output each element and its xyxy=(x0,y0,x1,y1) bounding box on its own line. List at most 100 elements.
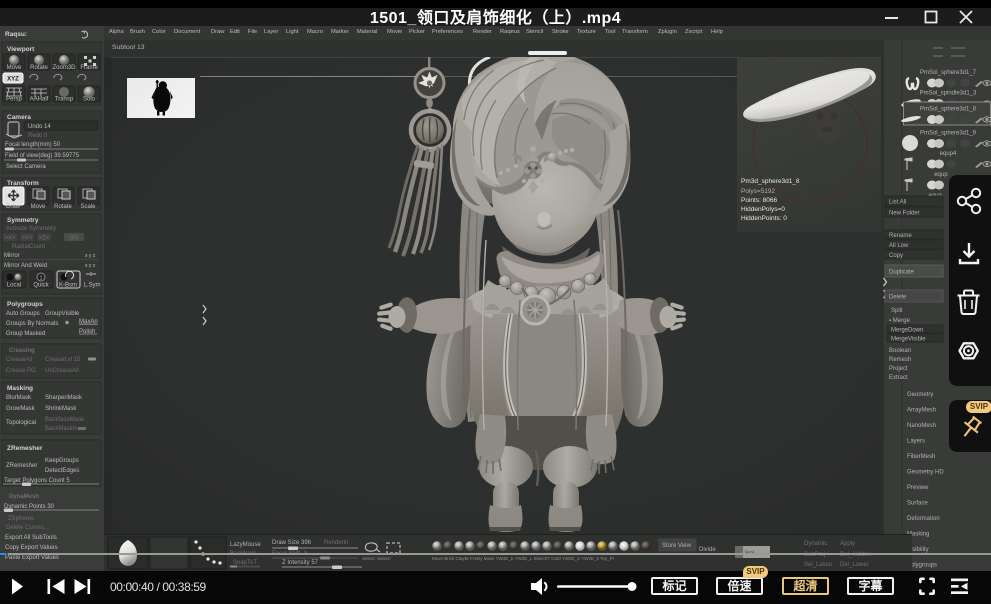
svg-text:Transp: Transp xyxy=(55,97,74,103)
svg-text:Groups By Normals: Groups By Normals xyxy=(6,321,58,327)
svg-text:Transform: Transform xyxy=(7,180,39,187)
svg-text:1: 1 xyxy=(40,276,43,282)
svg-text:Undo 14: Undo 14 xyxy=(28,124,51,130)
svg-text:GrowMask: GrowMask xyxy=(6,406,36,412)
svg-text:Viewport: Viewport xyxy=(7,46,35,53)
svg-text:K-Bsm: K-Bsm xyxy=(59,283,77,289)
svg-text:Deformation: Deformation xyxy=(907,516,940,522)
svg-text:List All: List All xyxy=(889,200,906,206)
svg-text:Geometry HD: Geometry HD xyxy=(907,470,944,476)
svg-text:Renderin: Renderin xyxy=(324,540,348,546)
svg-text:ZRemesher: ZRemesher xyxy=(7,445,43,452)
svg-text:Local: Local xyxy=(7,283,21,289)
svg-text:Duplicate: Duplicate xyxy=(889,270,915,276)
svg-text:Target Polygons Count 5: Target Polygons Count 5 xyxy=(4,478,70,484)
svg-text:Topological: Topological xyxy=(6,420,36,426)
svg-text:KeepGroups: KeepGroups xyxy=(45,458,79,464)
svg-text:Copy Export Values: Copy Export Values xyxy=(5,545,58,551)
svg-text:ArrayMesh: ArrayMesh xyxy=(907,408,936,414)
svg-text:SnapToT: SnapToT xyxy=(233,560,257,566)
svg-text:BackMaskIn: BackMaskIn xyxy=(45,426,78,432)
svg-text:Auto Groups: Auto Groups xyxy=(6,311,40,317)
svg-text:Dynamic: Dynamic xyxy=(804,541,827,547)
svg-text:Split: Split xyxy=(891,308,903,314)
svg-text:Quick: Quick xyxy=(33,283,49,289)
svg-text:Draw: Draw xyxy=(6,204,21,210)
svg-text:MergeDown: MergeDown xyxy=(891,328,923,334)
svg-text:HiddenPolys=0: HiddenPolys=0 xyxy=(741,206,785,213)
svg-text:Del_Lower: Del_Lower xyxy=(840,562,869,568)
svg-text:Store View: Store View xyxy=(662,543,692,549)
svg-text:SharpenMask: SharpenMask xyxy=(45,395,83,401)
svg-text:x y z: x y z xyxy=(85,263,96,269)
svg-text:Select Camera: Select Camera xyxy=(6,164,46,170)
svg-text:ZSpheres: ZSpheres xyxy=(8,516,34,522)
svg-text:Copy: Copy xyxy=(889,253,903,259)
svg-text:>Z<: >Z< xyxy=(39,236,50,242)
svg-text:Redo 0: Redo 0 xyxy=(28,133,48,139)
svg-text:Points: 8066: Points: 8066 xyxy=(741,197,778,204)
svg-text:AAHalf: AAHalf xyxy=(30,97,49,103)
svg-text:Crease PG: Crease PG xyxy=(6,368,36,374)
svg-text:>X<: >X< xyxy=(4,236,16,242)
svg-text:Apply: Apply xyxy=(840,541,855,547)
svg-text:x y z: x y z xyxy=(85,253,96,259)
svg-text:DetectEdges: DetectEdges xyxy=(45,468,79,474)
svg-text:Camera: Camera xyxy=(7,114,31,121)
svg-text:PmSol_sphere3d1_7: PmSol_sphere3d1_7 xyxy=(920,70,977,76)
svg-text:ZRemesher: ZRemesher xyxy=(6,463,37,469)
svg-text:New Folder: New Folder xyxy=(889,211,920,217)
svg-text:PmSol_sphere3d1_9: PmSol_sphere3d1_9 xyxy=(920,131,977,137)
svg-text:Preview: Preview xyxy=(907,485,929,491)
svg-text:Activate Symmetry: Activate Symmetry xyxy=(6,226,56,232)
svg-text:RadialCount: RadialCount xyxy=(12,244,45,250)
svg-text:ShrinkMask: ShrinkMask xyxy=(45,406,77,412)
svg-text:Move Brick ClayBr FreDy Ma: Move Brick ClayBr FreDy Mask YW3E_b YW3E… xyxy=(432,556,614,561)
svg-text:Focal length(mm) 50: Focal length(mm) 50 xyxy=(5,142,61,148)
svg-text:Creasing: Creasing xyxy=(9,348,35,354)
svg-text:Field of view(deg) 39.59775: Field of view(deg) 39.59775 xyxy=(5,153,80,159)
svg-text:Mirror: Mirror xyxy=(4,253,20,259)
svg-text:Pm3d_sphere3d1_8: Pm3d_sphere3d1_8 xyxy=(741,178,800,185)
svg-text:Paste Export Values: Paste Export Values xyxy=(5,555,59,561)
svg-text:LazyMouse: LazyMouse xyxy=(230,542,261,548)
svg-text:(R): (R) xyxy=(70,236,78,242)
svg-text:Export All SubTools: Export All SubTools xyxy=(5,535,57,541)
svg-text:Masking: Masking xyxy=(7,385,33,392)
svg-text:Sel_Lasso: Sel_Lasso xyxy=(804,562,833,568)
svg-text:XYZ: XYZ xyxy=(7,77,19,83)
svg-text:Extract: Extract xyxy=(889,375,908,381)
svg-text:Delete: Delete xyxy=(889,295,907,301)
svg-text:Boolean: Boolean xyxy=(889,348,911,354)
svg-text:MergeVisible: MergeVisible xyxy=(891,337,926,343)
svg-text:Solo: Solo xyxy=(83,97,96,103)
svg-text:Polys=5192: Polys=5192 xyxy=(741,188,776,195)
svg-text:UnCreaseAll: UnCreaseAll xyxy=(45,368,79,374)
svg-text:Select: Select!: Select: Select! xyxy=(362,556,391,561)
svg-text:Persp: Persp xyxy=(6,97,22,103)
svg-text:PmSol_sphere3d1_8: PmSol_sphere3d1_8 xyxy=(920,107,977,113)
svg-text:Zoom3D: Zoom3D xyxy=(52,65,76,71)
svg-text:L.Sym: L.Sym xyxy=(83,283,100,289)
svg-text:Raqsu:: Raqsu: xyxy=(5,31,27,38)
svg-text:Geometry: Geometry xyxy=(907,392,933,398)
svg-text:Rename: Rename xyxy=(889,233,912,239)
svg-text:Rotate: Rotate xyxy=(30,65,48,71)
svg-text:Draw Size 396: Draw Size 396 xyxy=(272,540,312,546)
svg-text:>Y<: >Y< xyxy=(21,236,33,242)
svg-text:Delete Curves...: Delete Curves... xyxy=(6,525,49,531)
svg-text:equp: equp xyxy=(934,172,948,178)
svg-text:GroupVisible: GroupVisible xyxy=(45,311,80,317)
svg-text:CreaseAll: CreaseAll xyxy=(6,357,32,363)
svg-text:Polygroups: Polygroups xyxy=(7,301,43,308)
svg-text:Z Intensity 57: Z Intensity 57 xyxy=(282,560,319,566)
svg-text:Scale: Scale xyxy=(80,204,96,210)
svg-text:NanoMesh: NanoMesh xyxy=(907,423,936,429)
svg-text:Mirror And Weld: Mirror And Weld xyxy=(4,263,47,269)
svg-text:Move: Move xyxy=(7,65,22,71)
svg-text:DynaMesh: DynaMesh xyxy=(9,494,39,500)
svg-text:PmSol_spindle3d1_3: PmSol_spindle3d1_3 xyxy=(920,91,977,97)
svg-text:CreaseLvl 15: CreaseLvl 15 xyxy=(45,357,81,363)
svg-text:equp4: equp4 xyxy=(940,151,957,157)
svg-text:Surface: Surface xyxy=(907,501,928,507)
